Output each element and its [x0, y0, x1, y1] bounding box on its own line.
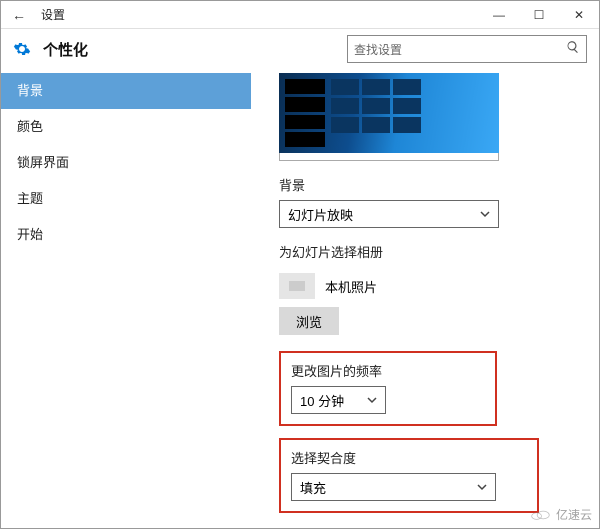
background-section: 背景 幻灯片放映 — [279, 175, 581, 228]
frequency-value: 10 分钟 — [300, 391, 344, 410]
body: 背景 颜色 锁屏界面 主题 开始 背景 幻灯片放映 为幻灯片选择相册 — [1, 73, 599, 528]
fit-value: 填充 — [300, 478, 326, 497]
sidebar-item-background[interactable]: 背景 — [1, 73, 251, 109]
search-placeholder: 查找设置 — [354, 41, 566, 58]
settings-window: ← 设置 — ☐ ✕ 个性化 查找设置 背景 颜色 锁屏界面 主题 开始 — [0, 0, 600, 529]
sidebar-item-lockscreen[interactable]: 锁屏界面 — [1, 145, 251, 181]
sidebar-item-color[interactable]: 颜色 — [1, 109, 251, 145]
content-panel: 背景 幻灯片放映 为幻灯片选择相册 本机照片 浏览 更改图片的频率 10 分钟 — [251, 73, 599, 528]
gear-icon — [13, 40, 31, 58]
header: 个性化 查找设置 — [1, 29, 599, 73]
fit-label: 选择契合度 — [291, 448, 527, 467]
desktop-preview — [279, 73, 499, 153]
titlebar: ← 设置 — ☐ ✕ — [1, 1, 599, 29]
frequency-select[interactable]: 10 分钟 — [291, 386, 386, 414]
chevron-down-icon — [477, 480, 487, 495]
sidebar: 背景 颜色 锁屏界面 主题 开始 — [1, 73, 251, 528]
sidebar-item-theme[interactable]: 主题 — [1, 181, 251, 217]
watermark: 亿速云 — [530, 506, 592, 523]
close-button[interactable]: ✕ — [559, 8, 599, 22]
sidebar-item-start[interactable]: 开始 — [1, 217, 251, 253]
album-name: 本机照片 — [325, 277, 377, 296]
search-icon — [566, 40, 580, 59]
maximize-button[interactable]: ☐ — [519, 8, 559, 22]
fit-section: 选择契合度 填充 — [279, 438, 539, 513]
chevron-down-icon — [367, 393, 377, 408]
background-value: 幻灯片放映 — [288, 205, 353, 224]
chevron-down-icon — [480, 207, 490, 222]
album-label: 为幻灯片选择相册 — [279, 242, 581, 261]
window-title: 设置 — [41, 6, 65, 23]
watermark-text: 亿速云 — [556, 506, 592, 523]
minimize-button[interactable]: — — [479, 8, 519, 22]
preview-taskbar — [279, 153, 499, 161]
page-title: 个性化 — [43, 39, 88, 60]
frequency-section: 更改图片的频率 10 分钟 — [279, 351, 497, 426]
album-thumb — [279, 273, 315, 299]
background-label: 背景 — [279, 175, 581, 194]
browse-button[interactable]: 浏览 — [279, 307, 339, 335]
fit-select[interactable]: 填充 — [291, 473, 496, 501]
back-button[interactable]: ← — [9, 7, 29, 23]
background-select[interactable]: 幻灯片放映 — [279, 200, 499, 228]
search-input[interactable]: 查找设置 — [347, 35, 587, 63]
frequency-label: 更改图片的频率 — [291, 361, 485, 380]
album-section: 为幻灯片选择相册 本机照片 浏览 — [279, 242, 581, 335]
